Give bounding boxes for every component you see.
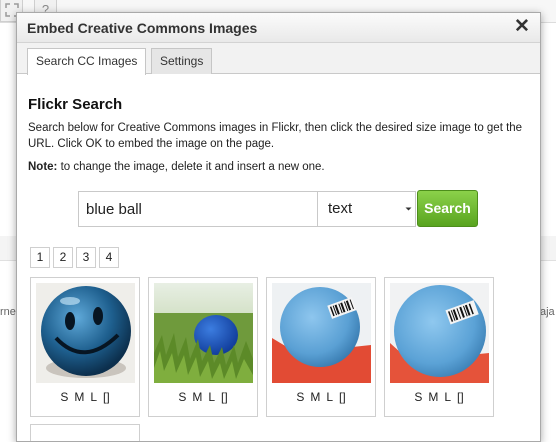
result-thumbnail[interactable]	[390, 283, 489, 383]
section-title: Flickr Search	[28, 96, 123, 113]
size-original-link[interactable]: []	[339, 390, 346, 404]
size-small-link[interactable]: S	[178, 390, 186, 404]
size-medium-link[interactable]: M	[192, 390, 202, 404]
result-thumbnail[interactable]	[272, 283, 371, 383]
background-text-left: rne	[0, 306, 16, 318]
result-thumbnail[interactable]	[154, 283, 253, 383]
tab-content: Flickr Search Search below for Creative …	[17, 74, 540, 441]
size-links: S M L []	[31, 390, 139, 404]
size-medium-link[interactable]: M	[74, 390, 84, 404]
search-button[interactable]: Search	[417, 190, 478, 227]
result-card: S M L []	[266, 277, 376, 417]
size-large-link[interactable]: L	[326, 390, 333, 404]
size-links: S M L []	[385, 390, 493, 404]
size-medium-link[interactable]: M	[310, 390, 320, 404]
note-text: Note: to change the image, delete it and…	[28, 161, 325, 173]
chevron-down-icon	[405, 192, 412, 241]
dialog-titlebar: Embed Creative Commons Images ✕	[17, 13, 540, 43]
search-input[interactable]	[78, 191, 318, 227]
page-button-1[interactable]: 1	[30, 247, 50, 268]
tab-settings[interactable]: Settings	[151, 48, 213, 74]
size-links: S M L []	[149, 390, 257, 404]
dialog-title: Embed Creative Commons Images	[27, 20, 258, 36]
result-card-partial	[30, 424, 140, 441]
page-button-4[interactable]: 4	[99, 247, 119, 268]
result-card: S M L []	[30, 277, 140, 417]
page-button-3[interactable]: 3	[76, 247, 96, 268]
size-small-link[interactable]: S	[60, 390, 68, 404]
result-card: S M L []	[148, 277, 258, 417]
background-text-right: aja	[540, 306, 555, 318]
size-links: S M L []	[267, 390, 375, 404]
size-large-link[interactable]: L	[444, 390, 451, 404]
close-icon[interactable]: ✕	[512, 16, 532, 38]
embed-dialog: Embed Creative Commons Images ✕ Search C…	[16, 12, 541, 442]
description-text: Search below for Creative Commons images…	[28, 122, 523, 150]
size-original-link[interactable]: []	[103, 390, 110, 404]
search-type-select[interactable]: text	[317, 191, 416, 227]
result-thumbnail[interactable]	[36, 283, 135, 383]
note-body: to change the image, delete it and inser…	[57, 161, 325, 173]
size-medium-link[interactable]: M	[428, 390, 438, 404]
size-original-link[interactable]: []	[221, 390, 228, 404]
size-small-link[interactable]: S	[414, 390, 422, 404]
size-large-link[interactable]: L	[90, 390, 97, 404]
result-card: S M L []	[384, 277, 494, 417]
size-small-link[interactable]: S	[296, 390, 304, 404]
tab-search-cc-images[interactable]: Search CC Images	[27, 48, 147, 75]
note-label: Note:	[28, 161, 58, 173]
size-original-link[interactable]: []	[457, 390, 464, 404]
size-large-link[interactable]: L	[208, 390, 215, 404]
page-button-2[interactable]: 2	[53, 247, 73, 268]
search-type-value: text	[328, 200, 353, 217]
tab-bar: Search CC Images Settings	[17, 43, 540, 75]
